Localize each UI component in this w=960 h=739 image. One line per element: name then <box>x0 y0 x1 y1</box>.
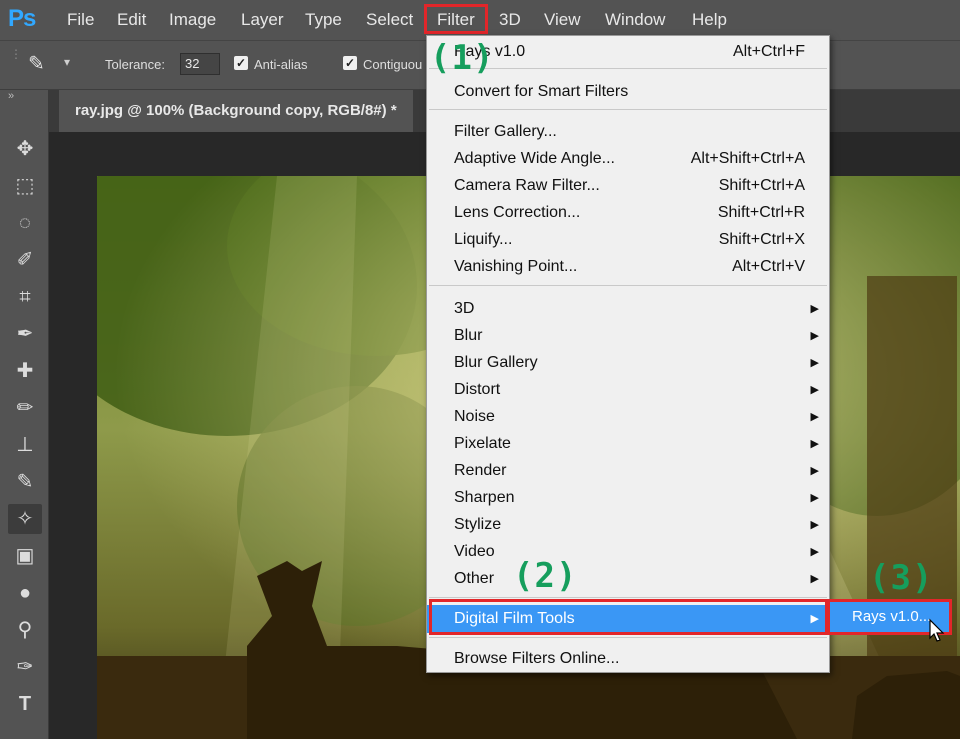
clone-stamp-tool-icon[interactable]: ⊥ <box>8 430 42 460</box>
menu-help[interactable]: Help <box>692 10 727 30</box>
tolerance-input[interactable]: 32 <box>180 53 220 75</box>
menu-item-stylize[interactable]: Stylize ▶ <box>427 512 829 538</box>
blur-tool-icon[interactable]: ● <box>8 578 42 608</box>
photoshop-logo: Ps <box>8 5 36 32</box>
quick-selection-tool-icon[interactable]: ✐ <box>8 245 42 275</box>
menu-item-sharpen[interactable]: Sharpen ▶ <box>427 485 829 511</box>
contiguous-checkbox[interactable]: ✓ <box>343 56 357 70</box>
menu-item-distort[interactable]: Distort ▶ <box>427 377 829 403</box>
menu-separator <box>429 597 827 598</box>
menu-item-render[interactable]: Render ▶ <box>427 458 829 484</box>
menu-window[interactable]: Window <box>605 10 665 30</box>
magic-eraser-tool-icon[interactable]: ✎ <box>28 51 45 76</box>
mouse-cursor-icon <box>929 618 945 642</box>
gradient-tool-icon[interactable]: ▣ <box>8 541 42 571</box>
filter-dropdown-menu: Rays v1.0 Alt+Ctrl+F Convert for Smart F… <box>426 35 830 673</box>
submenu-arrow-icon: ▶ <box>810 573 819 585</box>
digital-film-tools-highlight-box <box>429 599 828 635</box>
menu-item-noise[interactable]: Noise ▶ <box>427 404 829 430</box>
submenu-arrow-icon: ▶ <box>810 519 819 531</box>
submenu-arrow-icon: ▶ <box>810 546 819 558</box>
filter-menu-highlight-box <box>424 4 488 34</box>
menu-item-lens-correction[interactable]: Lens Correction... Shift+Ctrl+R <box>427 200 829 226</box>
menu-separator <box>429 109 827 110</box>
grip-icon: ⋮ <box>10 47 22 61</box>
menu-item-liquify[interactable]: Liquify... Shift+Ctrl+X <box>427 227 829 253</box>
menu-item-filter-gallery[interactable]: Filter Gallery... <box>427 119 829 145</box>
antialias-checkbox[interactable]: ✓ <box>234 56 248 70</box>
menu-item-video[interactable]: Video ▶ <box>427 539 829 565</box>
dodge-tool-icon[interactable]: ⚲ <box>8 615 42 645</box>
tool-preset-chevron-icon[interactable]: ▾ <box>64 55 70 69</box>
submenu-arrow-icon: ▶ <box>810 465 819 477</box>
crop-tool-icon[interactable]: ⌗ <box>8 282 42 312</box>
menu-layer[interactable]: Layer <box>241 10 284 30</box>
submenu-arrow-icon: ▶ <box>810 303 819 315</box>
menu-separator <box>429 285 827 286</box>
submenu-arrow-icon: ▶ <box>810 411 819 423</box>
submenu-arrow-icon: ▶ <box>810 357 819 369</box>
tools-panel: » ✥ ⬚ ◌ ✐ ⌗ ✒ ✚ ✏ ⊥ ✎ ✧ ▣ ● ⚲ ✑ T <box>0 90 49 739</box>
menu-item-vanishing-point[interactable]: Vanishing Point... Alt+Ctrl+V <box>427 254 829 280</box>
document-tab[interactable]: ray.jpg @ 100% (Background copy, RGB/8#)… <box>59 90 413 132</box>
menu-view[interactable]: View <box>544 10 581 30</box>
menu-bar: Ps File Edit Image Layer Type Select Fil… <box>0 0 960 40</box>
callout-step-3: (3) <box>869 558 934 598</box>
menu-separator <box>429 637 827 638</box>
submenu-arrow-icon: ▶ <box>810 438 819 450</box>
move-tool-icon[interactable]: ✥ <box>8 134 42 164</box>
callout-step-2: (2) <box>513 556 578 596</box>
collapse-panel-icon[interactable]: » <box>8 90 14 102</box>
tolerance-label: Tolerance: <box>105 57 165 72</box>
callout-step-1: (1) <box>430 38 495 78</box>
menu-image[interactable]: Image <box>169 10 216 30</box>
marquee-tool-icon[interactable]: ⬚ <box>8 171 42 201</box>
menu-item-other[interactable]: Other ▶ <box>427 566 829 592</box>
menu-item-pixelate[interactable]: Pixelate ▶ <box>427 431 829 457</box>
menu-item-camera-raw-filter[interactable]: Camera Raw Filter... Shift+Ctrl+A <box>427 173 829 199</box>
menu-item-3d[interactable]: 3D ▶ <box>427 296 829 322</box>
brush-tool-icon[interactable]: ✏ <box>8 393 42 423</box>
menu-select[interactable]: Select <box>366 10 413 30</box>
magic-eraser-tool-icon[interactable]: ✧ <box>8 504 42 534</box>
menu-file[interactable]: File <box>67 10 94 30</box>
menu-item-blur[interactable]: Blur ▶ <box>427 323 829 349</box>
lasso-tool-icon[interactable]: ◌ <box>8 208 42 238</box>
antialias-label: Anti-alias <box>254 57 308 72</box>
menu-type[interactable]: Type <box>305 10 342 30</box>
submenu-arrow-icon: ▶ <box>810 384 819 396</box>
type-tool-icon[interactable]: T <box>8 689 42 719</box>
eyedropper-tool-icon[interactable]: ✒ <box>8 319 42 349</box>
menu-item-blur-gallery[interactable]: Blur Gallery ▶ <box>427 350 829 376</box>
history-brush-tool-icon[interactable]: ✎ <box>8 467 42 497</box>
menu-item-browse-filters-online[interactable]: Browse Filters Online... <box>427 646 829 672</box>
menu-3d[interactable]: 3D <box>499 10 521 30</box>
submenu-arrow-icon: ▶ <box>810 492 819 504</box>
pen-tool-icon[interactable]: ✑ <box>8 652 42 682</box>
healing-brush-tool-icon[interactable]: ✚ <box>8 356 42 386</box>
menu-item-adaptive-wide-angle[interactable]: Adaptive Wide Angle... Alt+Shift+Ctrl+A <box>427 146 829 172</box>
menu-edit[interactable]: Edit <box>117 10 146 30</box>
submenu-arrow-icon: ▶ <box>810 330 819 342</box>
menu-item-convert-smart-filters[interactable]: Convert for Smart Filters <box>427 79 829 105</box>
contiguous-label: Contiguou <box>363 57 423 72</box>
